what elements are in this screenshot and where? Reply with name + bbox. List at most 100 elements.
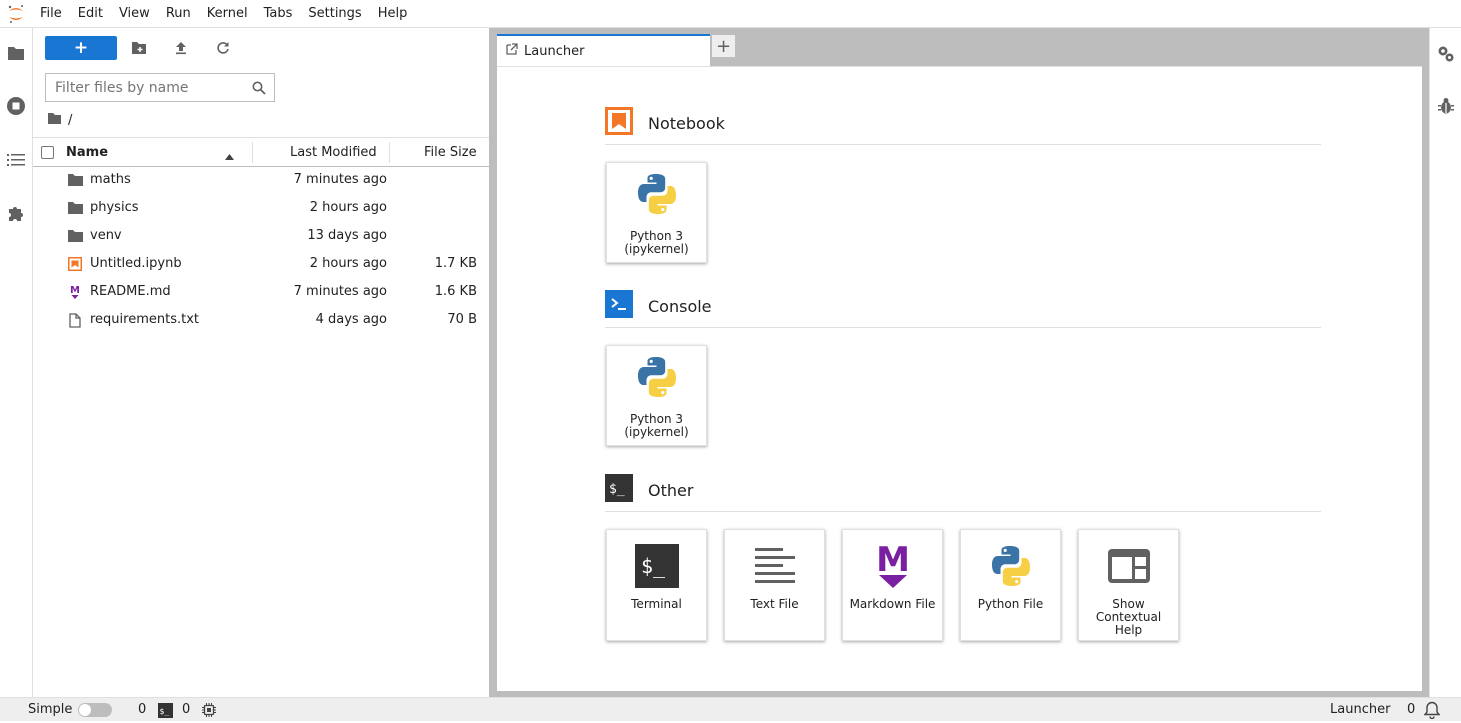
launcher-icon xyxy=(506,43,518,59)
menu-settings[interactable]: Settings xyxy=(300,0,369,28)
property-inspector-gears-icon[interactable] xyxy=(1430,38,1461,70)
file-row[interactable]: venv 13 days ago xyxy=(33,222,489,250)
new-launcher-button[interactable]: + xyxy=(45,36,117,60)
terminal-count[interactable]: 0 xyxy=(182,698,190,722)
notification-count[interactable]: 0 xyxy=(1407,698,1415,722)
debugger-bug-icon[interactable] xyxy=(1430,90,1461,122)
new-folder-button[interactable] xyxy=(127,36,151,60)
card-label: Show Contextual Help xyxy=(1095,597,1162,637)
text-file-lines-icon xyxy=(725,541,824,591)
menu-kernel[interactable]: Kernel xyxy=(199,0,256,28)
extensions-puzzle-icon[interactable] xyxy=(0,197,32,229)
menu-run[interactable]: Run xyxy=(158,0,199,28)
refresh-button[interactable] xyxy=(211,36,235,60)
console-section-title: Console xyxy=(648,296,712,316)
column-modified-header[interactable]: Last Modified xyxy=(290,138,377,167)
terminal-status-icon[interactable]: $_ xyxy=(158,703,173,722)
card-label: Terminal xyxy=(631,597,682,611)
column-name-header[interactable]: Name xyxy=(66,138,108,167)
tab-label: Launcher xyxy=(524,43,585,59)
launcher-panel: Notebook Python 3 (ipykernel) Console Py… xyxy=(497,66,1422,691)
file-size: 1.6 KB xyxy=(434,284,477,299)
add-tab-button[interactable]: + xyxy=(711,34,736,58)
file-row[interactable]: physics 2 hours ago xyxy=(33,194,489,222)
file-row[interactable]: maths 7 minutes ago xyxy=(33,166,489,194)
notification-bell-icon[interactable] xyxy=(1423,701,1441,723)
main-area-border xyxy=(1422,66,1429,697)
left-sidebar xyxy=(0,28,33,697)
console-python3-card[interactable]: Python 3 (ipykernel) xyxy=(606,345,707,446)
card-label: Python 3 (ipykernel) xyxy=(624,229,689,256)
search-icon[interactable] xyxy=(252,81,266,99)
menu-bar: File Edit View Run Kernel Tabs Settings … xyxy=(0,0,1461,28)
menu-view[interactable]: View xyxy=(111,0,158,28)
section-divider xyxy=(605,327,1321,328)
file-row[interactable]: requirements.txt 4 days ago 70 B xyxy=(33,306,489,334)
table-of-contents-icon[interactable] xyxy=(0,144,32,176)
column-size-header[interactable]: File Size xyxy=(424,138,477,167)
text-file-icon xyxy=(67,312,83,328)
menu-tabs[interactable]: Tabs xyxy=(256,0,301,28)
filter-files-box xyxy=(45,73,275,102)
markdown-file-card[interactable]: M Markdown File xyxy=(842,529,943,641)
tab-launcher[interactable]: Launcher xyxy=(497,34,710,66)
current-activity-label: Launcher xyxy=(1330,702,1391,717)
card-label: Text File xyxy=(750,597,799,611)
text-file-card[interactable]: Text File xyxy=(724,529,825,641)
svg-text:$_: $_ xyxy=(641,554,666,578)
markdown-icon: M xyxy=(67,284,83,300)
file-name: requirements.txt xyxy=(90,312,200,327)
file-browser-panel: + / Name Last Modified File Size maths xyxy=(33,28,489,697)
kernel-status-chip-icon[interactable] xyxy=(202,703,216,721)
file-row[interactable]: Untitled.ipynb 2 hours ago 1.7 KB xyxy=(33,250,489,278)
terminal-card[interactable]: $_ Terminal xyxy=(606,529,707,641)
column-divider[interactable] xyxy=(389,142,390,163)
file-name: Untitled.ipynb xyxy=(90,256,182,271)
jupyter-logo-icon[interactable] xyxy=(0,0,32,28)
other-section-title: Other xyxy=(648,480,694,500)
file-browser-icon[interactable] xyxy=(0,37,32,69)
file-list-header: Name Last Modified File Size xyxy=(33,137,489,167)
file-modified: 4 days ago xyxy=(315,312,387,327)
menu-edit[interactable]: Edit xyxy=(70,0,111,28)
python-file-card[interactable]: Python File xyxy=(960,529,1061,641)
python-logo-icon xyxy=(607,169,706,219)
simple-mode-toggle[interactable] xyxy=(78,703,112,717)
panel-splitter[interactable] xyxy=(489,28,497,697)
notebook-section-icon xyxy=(605,107,633,139)
svg-text:M: M xyxy=(876,543,910,580)
menu-help[interactable]: Help xyxy=(370,0,416,28)
notebook-icon xyxy=(67,256,83,272)
markdown-icon: M xyxy=(843,541,942,591)
notebook-python3-card[interactable]: Python 3 (ipykernel) xyxy=(606,162,707,263)
card-label: Python File xyxy=(977,597,1044,611)
notebook-section-title: Notebook xyxy=(648,113,725,133)
folder-icon xyxy=(67,228,83,244)
python-logo-icon xyxy=(961,541,1060,591)
running-kernels-icon[interactable] xyxy=(0,90,32,122)
file-modified: 2 hours ago xyxy=(309,200,387,215)
column-divider[interactable] xyxy=(252,142,253,163)
file-size: 70 B xyxy=(447,312,477,327)
upload-button[interactable] xyxy=(169,36,193,60)
python-logo-icon xyxy=(607,352,706,402)
folder-icon xyxy=(67,200,83,216)
card-label: Python 3 (ipykernel) xyxy=(624,412,689,439)
breadcrumb-root[interactable]: / xyxy=(68,113,72,128)
kernel-count[interactable]: 0 xyxy=(138,698,146,722)
file-modified: 7 minutes ago xyxy=(293,172,387,187)
file-name: physics xyxy=(90,200,139,215)
filter-files-input[interactable] xyxy=(46,79,246,96)
file-name: maths xyxy=(90,172,131,187)
home-folder-icon[interactable] xyxy=(47,112,62,129)
file-size: 1.7 KB xyxy=(434,256,477,271)
main-tab-bar: Launcher + xyxy=(497,28,1429,66)
select-all-checkbox[interactable] xyxy=(41,146,54,159)
sort-ascending-icon xyxy=(225,149,234,164)
plus-icon: + xyxy=(73,38,89,58)
contextual-help-card[interactable]: Show Contextual Help xyxy=(1078,529,1179,641)
file-row[interactable]: M README.md 7 minutes ago 1.6 KB xyxy=(33,278,489,306)
status-bar: Simple 0 $_ 0 Launcher 0 xyxy=(0,697,1461,721)
card-label: Markdown File xyxy=(849,597,936,611)
menu-file[interactable]: File xyxy=(32,0,70,28)
